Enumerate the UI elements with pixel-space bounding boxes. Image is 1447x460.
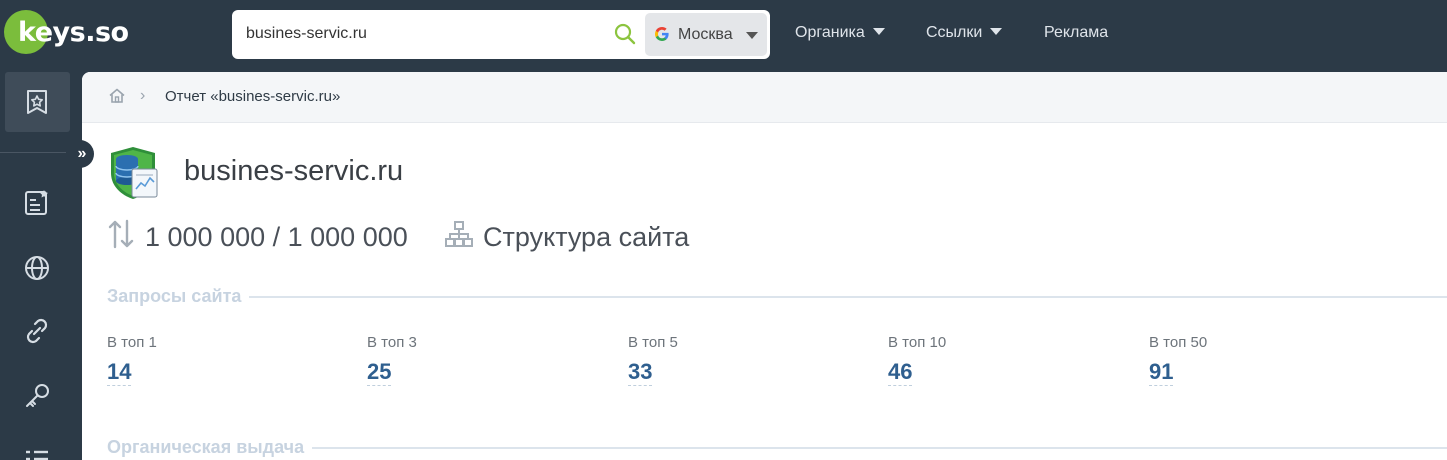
traffic-value: 1 000 000 / 1 000 000 (145, 222, 408, 252)
main-content: › Отчет «busines-servic.ru» busines-serv… (82, 72, 1447, 460)
stat-top10: В топ 10 46 (888, 334, 1088, 386)
link-icon[interactable] (22, 316, 52, 346)
site-database-icon (111, 147, 158, 199)
logo-text: keys.so (18, 17, 129, 48)
stat-value[interactable]: 91 (1149, 359, 1174, 386)
stat-value[interactable]: 46 (888, 359, 913, 386)
nav-ads[interactable]: Реклама (1044, 24, 1108, 42)
globe-icon[interactable] (22, 253, 52, 283)
stat-label: В топ 1 (107, 334, 157, 351)
list-icon[interactable] (22, 444, 52, 460)
region-select[interactable]: Москва (645, 13, 767, 56)
search-icon[interactable] (613, 22, 637, 46)
stat-label: В топ 50 (1149, 334, 1208, 351)
stat-top3: В топ 3 25 (367, 334, 567, 386)
key-icon[interactable] (22, 381, 52, 411)
stat-value[interactable]: 25 (367, 359, 392, 386)
top-bar: keys.so Москва Органика Ссылки Реклама (0, 0, 1447, 70)
stat-value[interactable]: 14 (107, 359, 132, 386)
nav-links[interactable]: Ссылки (926, 24, 1003, 42)
stat-top5: В топ 5 33 (628, 334, 828, 386)
sidebar (0, 70, 82, 460)
sort-arrows-icon (108, 219, 134, 249)
stat-label: В топ 10 (888, 334, 947, 351)
nav-organic[interactable]: Органика (795, 24, 885, 42)
nav-organic-label: Органика (795, 24, 865, 41)
caret-down-icon (872, 28, 885, 36)
sitemap-icon (445, 221, 473, 247)
stat-value[interactable]: 33 (628, 359, 653, 386)
sidebar-divider (0, 152, 66, 153)
caret-down-icon (990, 28, 1003, 36)
stat-top50: В топ 50 91 (1149, 334, 1349, 386)
sidebar-item-bookmarks[interactable] (5, 72, 70, 132)
region-label: Москва (678, 26, 733, 43)
nav-links-label: Ссылки (926, 24, 983, 41)
stat-top1: В топ 1 14 (107, 334, 307, 386)
nav-ads-label: Реклама (1044, 24, 1109, 41)
chevron-down-icon (746, 32, 758, 39)
breadcrumb-current: Отчет «busines-servic.ru» (165, 88, 341, 105)
list-star-icon[interactable] (22, 188, 52, 218)
bookmark-star-icon (27, 90, 47, 114)
breadcrumb-separator: › (140, 87, 146, 104)
stat-label: В топ 3 (367, 334, 417, 351)
stat-label: В топ 5 (628, 334, 678, 351)
google-icon (655, 27, 669, 41)
breadcrumb: › Отчет «busines-servic.ru» (82, 72, 1447, 123)
organic-section-title: Органическая выдача (107, 437, 313, 458)
search-bar: Москва (232, 10, 770, 59)
site-structure-link[interactable]: Структура сайта (483, 222, 689, 253)
logo[interactable]: keys.so (4, 10, 134, 56)
section-divider (107, 296, 1447, 298)
queries-section-title: Запросы сайта (107, 286, 250, 307)
site-title: busines-servic.ru (184, 155, 404, 187)
home-icon[interactable] (108, 87, 126, 105)
search-input[interactable] (246, 22, 606, 46)
